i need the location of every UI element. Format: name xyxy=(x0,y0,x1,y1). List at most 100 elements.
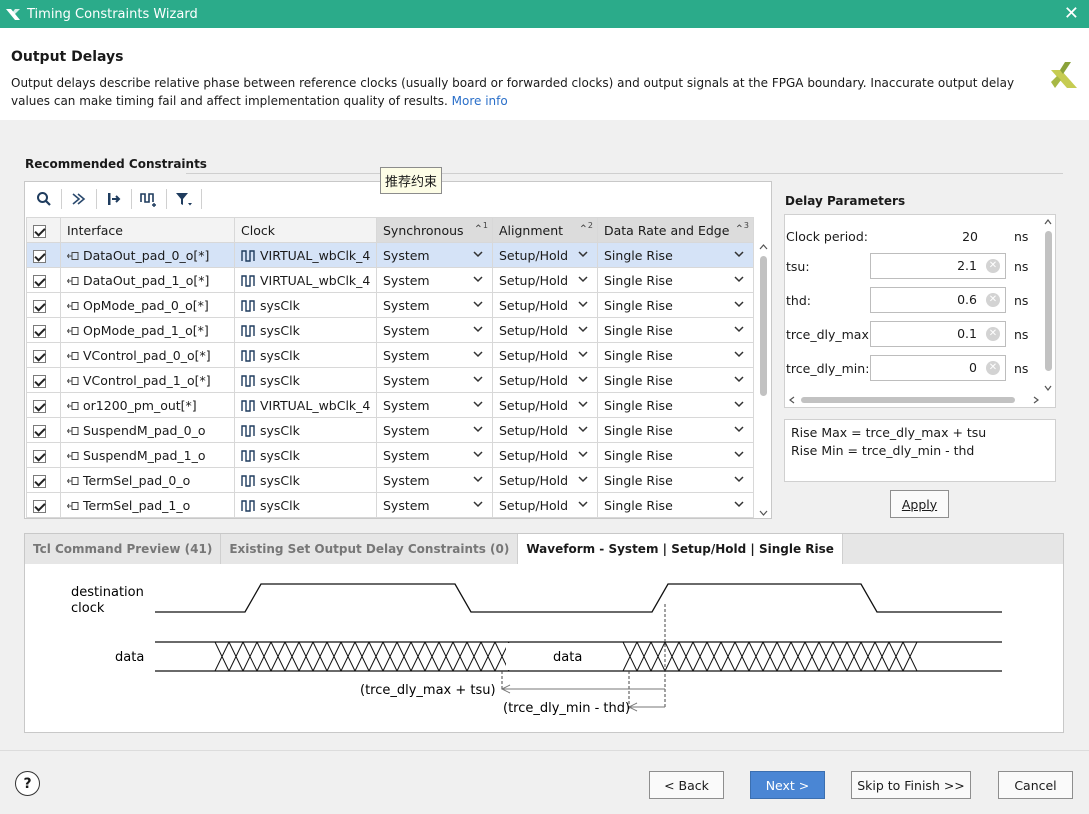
alignment-dropdown[interactable]: Setup/Hold xyxy=(492,417,598,443)
data-rate-dropdown[interactable]: Single Rise xyxy=(597,342,754,368)
alignment-dropdown[interactable]: Setup/Hold xyxy=(492,242,598,268)
clear-icon[interactable]: ✕ xyxy=(986,293,1000,307)
select-all-checkbox[interactable] xyxy=(33,224,46,238)
alignment-dropdown[interactable]: Setup/Hold xyxy=(492,267,598,293)
data-rate-dropdown[interactable]: Single Rise xyxy=(597,417,754,443)
tab-existing-constraints[interactable]: Existing Set Output Delay Constraints (0… xyxy=(221,534,519,564)
row-checkbox-cell[interactable] xyxy=(26,242,61,268)
synchronous-dropdown[interactable]: System xyxy=(376,342,493,368)
alignment-dropdown[interactable]: Setup/Hold xyxy=(492,392,598,418)
scrollbar-thumb[interactable] xyxy=(801,397,1015,403)
row-checkbox-cell[interactable] xyxy=(26,417,61,443)
table-row[interactable]: TermSel_pad_0_o sysClk System Setup/Hold Sin… xyxy=(26,467,754,493)
column-header-interface[interactable]: Interface xyxy=(60,217,235,243)
scroll-right-icon[interactable] xyxy=(1031,394,1041,406)
row-checkbox-cell[interactable] xyxy=(26,492,61,518)
params-horizontal-scrollbar[interactable] xyxy=(787,394,1041,406)
synchronous-dropdown[interactable]: System xyxy=(376,492,493,518)
data-rate-dropdown[interactable]: Single Rise xyxy=(597,292,754,318)
scroll-left-icon[interactable] xyxy=(787,394,797,406)
row-checkbox-cell[interactable] xyxy=(26,467,61,493)
thd-input[interactable]: 0.6 ✕ xyxy=(870,287,1006,313)
synchronous-dropdown[interactable]: System xyxy=(376,442,493,468)
synchronous-dropdown[interactable]: System xyxy=(376,292,493,318)
table-row[interactable]: VControl_pad_0_o[*] sysClk System Setup/Hol… xyxy=(26,342,754,368)
data-rate-dropdown[interactable]: Single Rise xyxy=(597,317,754,343)
apply-button[interactable]: Apply xyxy=(890,490,949,518)
row-checkbox[interactable] xyxy=(33,299,46,313)
alignment-dropdown[interactable]: Setup/Hold xyxy=(492,442,598,468)
column-header-synchronous[interactable]: Synchronous ⌃1 xyxy=(376,217,493,243)
scroll-down-icon[interactable] xyxy=(757,508,770,518)
clock-add-button[interactable] xyxy=(136,186,162,212)
params-vertical-scrollbar[interactable] xyxy=(1042,217,1054,393)
table-row[interactable]: TermSel_pad_1_o sysClk System Setup/Hold Sin… xyxy=(26,492,754,518)
filter-button[interactable] xyxy=(171,186,197,212)
tab-tcl-command-preview[interactable]: Tcl Command Preview (41) xyxy=(25,534,222,564)
table-row[interactable]: or1200_pm_out[*] VIRTUAL_wbClk_4 System Set… xyxy=(26,392,754,418)
tsu-input[interactable]: 2.1 ✕ xyxy=(870,253,1006,279)
data-rate-dropdown[interactable]: Single Rise xyxy=(597,467,754,493)
scroll-down-icon[interactable] xyxy=(1042,383,1054,393)
row-checkbox-cell[interactable] xyxy=(26,392,61,418)
row-checkbox-cell[interactable] xyxy=(26,317,61,343)
table-vertical-scrollbar[interactable] xyxy=(757,242,770,518)
table-row[interactable]: DataOut_pad_1_o[*] VIRTUAL_wbClk_4 System S… xyxy=(26,267,754,293)
row-checkbox[interactable] xyxy=(33,374,46,388)
skip-to-finish-button[interactable]: Skip to Finish >> xyxy=(851,771,971,799)
tab-waveform[interactable]: Waveform - System | Setup/Hold | Single … xyxy=(518,534,843,564)
alignment-dropdown[interactable]: Setup/Hold xyxy=(492,367,598,393)
alignment-dropdown[interactable]: Setup/Hold xyxy=(492,467,598,493)
synchronous-dropdown[interactable]: System xyxy=(376,242,493,268)
scrollbar-thumb[interactable] xyxy=(760,256,767,396)
scroll-up-icon[interactable] xyxy=(1042,217,1054,227)
expand-all-button[interactable] xyxy=(101,186,127,212)
alignment-dropdown[interactable]: Setup/Hold xyxy=(492,492,598,518)
row-checkbox[interactable] xyxy=(33,249,46,263)
row-checkbox[interactable] xyxy=(33,424,46,438)
column-header-clock[interactable]: Clock xyxy=(234,217,377,243)
synchronous-dropdown[interactable]: System xyxy=(376,392,493,418)
column-header-alignment[interactable]: Alignment ⌃2 xyxy=(492,217,598,243)
trce-dly-max-input[interactable]: 0.1 ✕ xyxy=(870,321,1006,347)
more-info-link[interactable]: More info xyxy=(452,94,508,108)
synchronous-dropdown[interactable]: System xyxy=(376,467,493,493)
collapse-all-button[interactable] xyxy=(66,186,92,212)
data-rate-dropdown[interactable]: Single Rise xyxy=(597,492,754,518)
table-row[interactable]: DataOut_pad_0_o[*] VIRTUAL_wbClk_4 System S… xyxy=(26,242,754,268)
row-checkbox[interactable] xyxy=(33,324,46,338)
row-checkbox[interactable] xyxy=(33,449,46,463)
table-row[interactable]: OpMode_pad_0_o[*] sysClk System Setup/Hold S… xyxy=(26,292,754,318)
synchronous-dropdown[interactable]: System xyxy=(376,317,493,343)
table-row[interactable]: OpMode_pad_1_o[*] sysClk System Setup/Hold S… xyxy=(26,317,754,343)
table-row[interactable]: VControl_pad_1_o[*] sysClk System Setup/Hol… xyxy=(26,367,754,393)
row-checkbox[interactable] xyxy=(33,274,46,288)
data-rate-dropdown[interactable]: Single Rise xyxy=(597,442,754,468)
column-header-data-rate[interactable]: Data Rate and Edge ⌃3 xyxy=(597,217,754,243)
row-checkbox[interactable] xyxy=(33,399,46,413)
data-rate-dropdown[interactable]: Single Rise xyxy=(597,242,754,268)
synchronous-dropdown[interactable]: System xyxy=(376,367,493,393)
help-button[interactable]: ? xyxy=(15,771,40,796)
search-button[interactable] xyxy=(31,186,57,212)
trce-dly-min-input[interactable]: 0 ✕ xyxy=(870,355,1006,381)
table-row[interactable]: SuspendM_pad_1_o sysClk System Setup/Hold Si… xyxy=(26,442,754,468)
row-checkbox-cell[interactable] xyxy=(26,267,61,293)
row-checkbox[interactable] xyxy=(33,474,46,488)
select-all-header[interactable] xyxy=(26,217,61,243)
close-icon[interactable]: ✕ xyxy=(1064,3,1079,24)
data-rate-dropdown[interactable]: Single Rise xyxy=(597,392,754,418)
row-checkbox[interactable] xyxy=(33,499,46,513)
synchronous-dropdown[interactable]: System xyxy=(376,267,493,293)
synchronous-dropdown[interactable]: System xyxy=(376,417,493,443)
back-button[interactable]: < Back xyxy=(649,771,724,799)
scrollbar-thumb[interactable] xyxy=(1045,231,1052,371)
cancel-button[interactable]: Cancel xyxy=(998,771,1073,799)
alignment-dropdown[interactable]: Setup/Hold xyxy=(492,342,598,368)
data-rate-dropdown[interactable]: Single Rise xyxy=(597,367,754,393)
row-checkbox-cell[interactable] xyxy=(26,342,61,368)
clear-icon[interactable]: ✕ xyxy=(986,327,1000,341)
alignment-dropdown[interactable]: Setup/Hold xyxy=(492,292,598,318)
scroll-up-icon[interactable] xyxy=(757,242,770,252)
row-checkbox-cell[interactable] xyxy=(26,367,61,393)
